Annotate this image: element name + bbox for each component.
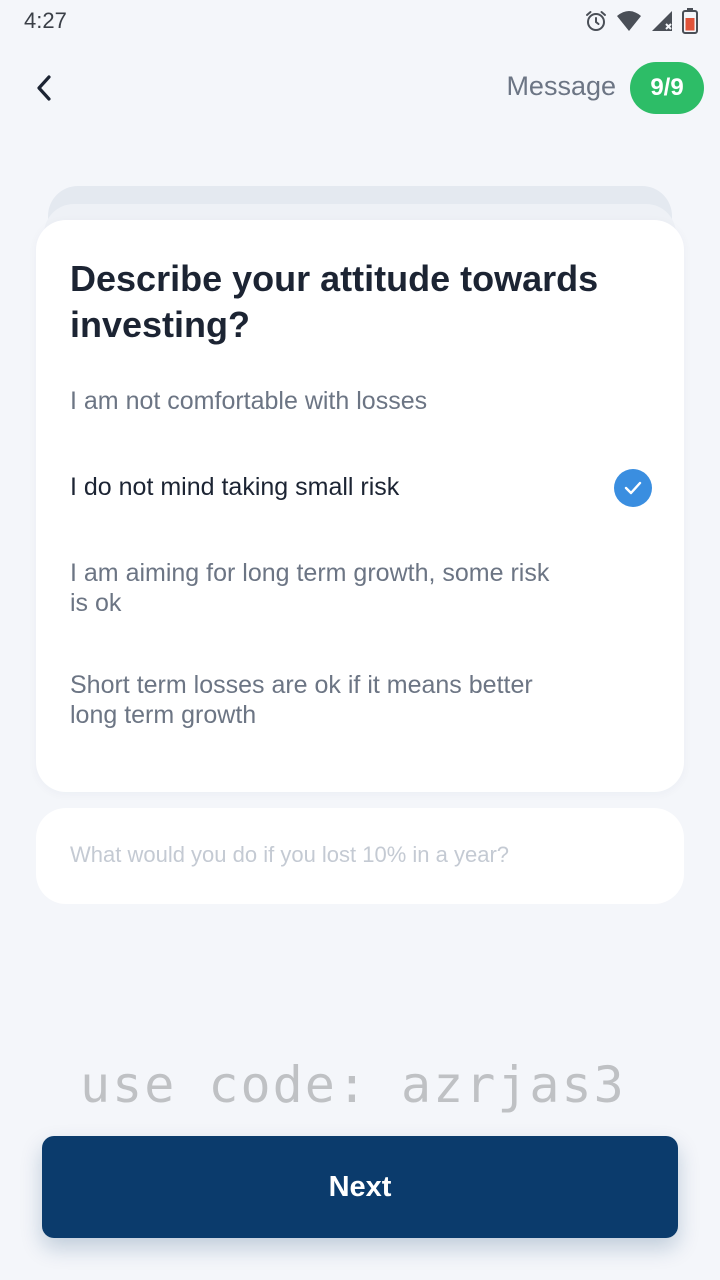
battery-icon: [682, 8, 698, 34]
next-question-card[interactable]: What would you do if you lost 10% in a y…: [36, 808, 684, 904]
status-icons: [584, 8, 698, 34]
alarm-icon: [584, 9, 608, 33]
signal-icon: [650, 10, 674, 32]
chevron-left-icon: [37, 75, 51, 101]
screen: 4:27 Message 9/9 Describe your attitude …: [0, 0, 720, 1280]
option-not-comfortable-with-losses[interactable]: I am not comfortable with losses: [70, 386, 650, 416]
option-long-term-growth[interactable]: I am aiming for long term growth, some r…: [70, 558, 650, 618]
option-label: Short term losses are ok if it means bet…: [70, 671, 533, 729]
option-label: I do not mind taking small risk: [70, 473, 400, 501]
option-label: I am aiming for long term growth, some r…: [70, 559, 550, 617]
question-title: Describe your attitude towards investing…: [70, 258, 599, 345]
check-icon: [614, 469, 652, 507]
progress-badge: 9/9: [630, 62, 704, 114]
option-label: I am not comfortable with losses: [70, 387, 428, 415]
status-time: 4:27: [24, 8, 67, 33]
header-message-label: Message: [506, 71, 616, 101]
promo-code-watermark: use code: azrjas3: [80, 1056, 626, 1114]
option-short-term-losses-ok[interactable]: Short term losses are ok if it means bet…: [70, 670, 650, 730]
next-question-text: What would you do if you lost 10% in a y…: [70, 842, 510, 867]
next-button[interactable]: Next: [42, 1136, 678, 1238]
wifi-icon: [616, 10, 642, 32]
option-small-risk[interactable]: I do not mind taking small risk: [70, 469, 652, 507]
back-button[interactable]: [22, 66, 66, 110]
question-card: Describe your attitude towards investing…: [36, 220, 684, 792]
status-bar: 4:27: [0, 0, 720, 44]
